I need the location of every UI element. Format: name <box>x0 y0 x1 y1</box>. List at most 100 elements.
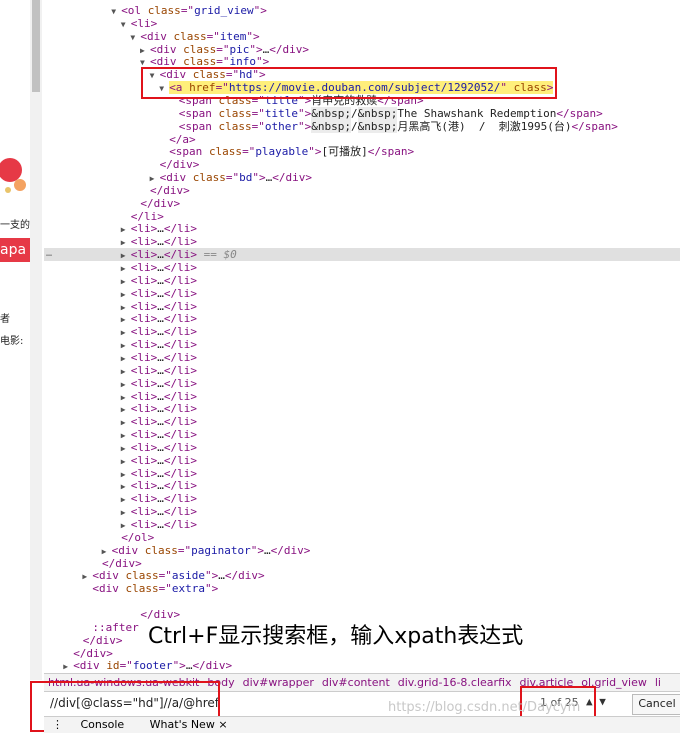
dom-token-tag: "> <box>252 171 266 185</box>
dom-token-val: other <box>264 119 299 133</box>
dom-node-line[interactable]: ▶ <div class="pic">…</div> <box>140 43 309 56</box>
expand-arrow-icon[interactable]: ▶ <box>63 660 73 672</box>
dom-node-line[interactable]: ▶ <div class="paginator">…</div> <box>102 544 311 557</box>
dom-token-ent: &nbsp; <box>311 119 352 133</box>
dom-token-tag: <ol <box>121 4 148 17</box>
tab-console[interactable]: Console <box>81 718 125 731</box>
dom-node-line[interactable]: </ol> <box>111 531 154 544</box>
breadcrumb-item[interactable]: div#content <box>322 676 390 689</box>
dom-node-line[interactable]: ::after <box>82 621 138 634</box>
dom-node-line[interactable]: ▼ <li> <box>121 17 158 30</box>
breadcrumb-item[interactable]: div.grid-16-8.clearfix <box>398 676 512 689</box>
dom-token-tag: </div> <box>269 42 309 56</box>
dom-token-txt: … <box>157 428 164 442</box>
dom-token-tag: <li> <box>130 466 158 480</box>
breadcrumb-item[interactable]: li <box>655 676 661 689</box>
dom-token-tag: =" <box>216 42 230 56</box>
left-text-3: 者 <box>0 314 10 325</box>
more-dots-icon[interactable]: … <box>46 248 52 259</box>
dom-token-attr: class <box>218 119 252 133</box>
dom-token-tag: </div> <box>140 196 181 210</box>
cancel-button[interactable]: Cancel <box>632 694 680 715</box>
dom-node-line[interactable]: </div> <box>130 197 180 210</box>
dom-node-content: <li>…</li> <box>131 505 197 518</box>
dom-node-line[interactable]: ▼ <ol class="grid_view"> <box>111 4 267 17</box>
dom-token-val: item <box>219 29 247 43</box>
dom-node-line[interactable]: ▶ <li>…</li> <box>121 454 197 467</box>
dom-node-line[interactable]: </li> <box>121 210 164 223</box>
dom-token-tag: </li> <box>163 518 198 531</box>
dom-node-line[interactable]: ▼ <div class="item"> <box>130 30 259 43</box>
dom-token-txt: … <box>157 440 164 454</box>
dom-token-tag: "> <box>205 582 219 596</box>
collapse-arrow-icon[interactable]: ▼ <box>121 18 131 31</box>
dom-node-line[interactable]: </a> <box>159 133 196 146</box>
dom-node-line[interactable]: ▶ <li>…</li> <box>121 222 197 235</box>
dom-node-line[interactable]: </div> <box>150 158 200 171</box>
dom-node-line[interactable]: <span class="playable">[可播放]</span> <box>159 145 414 158</box>
dom-node-line[interactable]: ▶ <li>…</li> <box>121 300 197 313</box>
next-match-icon[interactable]: ▼ <box>599 695 606 708</box>
dom-token-tag: <li> <box>130 492 158 506</box>
dom-token-tag: <div <box>92 569 126 583</box>
dom-token-tag: <li> <box>130 338 158 352</box>
dom-node-line[interactable] <box>82 595 92 608</box>
dom-token-txt: … <box>157 492 164 506</box>
dom-node-content: <li>…</li> <box>131 300 197 313</box>
dom-token-tag: =" <box>180 4 195 17</box>
dom-node-line[interactable]: ▶ <div id="footer">…</div> <box>63 659 232 672</box>
dom-token-txt: … <box>263 543 271 557</box>
dom-node-line[interactable]: ▶ <li>…</li> <box>121 364 197 377</box>
dom-token-txt: … <box>157 325 164 339</box>
dom-node-content: <div class="aside">…</div> <box>92 569 264 582</box>
dom-node-line[interactable]: ▶ <li>…</li> <box>121 518 197 531</box>
page-scrollbar[interactable] <box>30 0 42 680</box>
dom-node-line[interactable]: ▶ <li>…</li> <box>121 492 197 505</box>
dom-token-tag: =" <box>225 171 240 185</box>
dom-node-line[interactable]: ▶ <li>…</li> <box>121 377 197 390</box>
dom-node-line[interactable]: <span class="other">&nbsp;/&nbsp;月黑高飞(港)… <box>169 119 618 133</box>
dom-token-tag: </div> <box>159 158 200 172</box>
dom-node-line[interactable]: ▶ <li>…</li> <box>121 287 197 300</box>
drawer-menu-icon[interactable]: ⋮ <box>52 718 63 731</box>
dom-node-line[interactable]: ▶ <li>…</li> <box>121 479 197 492</box>
dom-node-line[interactable]: ▶ <li>…</li> <box>121 441 197 454</box>
dom-token-tag: "> <box>246 29 260 43</box>
dom-token-txt: … <box>157 350 164 364</box>
tab-whats-new[interactable]: What's New <box>150 718 215 731</box>
close-icon[interactable]: × <box>218 718 227 731</box>
dom-node-line[interactable]: ▶ <li>…</li> <box>121 325 197 338</box>
dom-node-line[interactable]: ▶ <li>…</li> <box>121 428 197 441</box>
dom-node-line[interactable]: ▶ <li>…</li> <box>121 390 197 403</box>
dom-node-line[interactable]: ▶ <div class="bd">…</div> <box>150 171 312 184</box>
dom-node-line[interactable]: </div> <box>73 634 123 647</box>
dom-node-line[interactable]: </div> <box>140 184 190 197</box>
dom-token-tag: </span> <box>571 119 618 133</box>
dom-node-line[interactable]: ▶ <li>…</li> <box>121 312 197 325</box>
collapse-arrow-icon[interactable]: ▼ <box>130 31 140 44</box>
collapse-arrow-icon[interactable]: ▼ <box>111 5 121 18</box>
dom-node-line[interactable]: </div> <box>63 647 113 660</box>
dom-node-line[interactable]: ▶ <li>…</li> <box>121 351 197 364</box>
dom-token-tag: <span <box>169 145 209 159</box>
dom-node-line[interactable]: ▶ <li>…</li> <box>121 505 197 518</box>
dom-token-tag: </li> <box>163 222 198 236</box>
dom-token-tag: "> <box>298 119 312 133</box>
dom-node-line[interactable]: ▶ <li>…</li> <box>121 402 197 415</box>
dom-node-line[interactable]: ▶ <div class="aside">…</div> <box>82 569 264 582</box>
dom-node-line[interactable]: <div class="extra"> <box>82 582 218 595</box>
elements-panel: ▼ <ol class="grid_view"> ▼ <li> ▼ <div class=… <box>44 0 680 672</box>
dom-node-line[interactable]: ▶ <li>…</li> <box>121 415 197 428</box>
dom-node-line[interactable]: ▶ <li>…</li> <box>121 235 197 248</box>
dom-token-tag: </div> <box>224 569 265 583</box>
dom-node-line[interactable]: </div> <box>92 557 142 570</box>
dom-node-line[interactable]: <span class="title">&nbsp;/&nbsp;The Sha… <box>169 106 603 120</box>
dom-token-tag: <li> <box>130 505 158 519</box>
breadcrumb-item[interactable]: div#wrapper <box>243 676 314 689</box>
dom-node-line[interactable]: ▶ <li>…</li> <box>121 261 197 274</box>
scrollbar-thumb[interactable] <box>32 0 40 92</box>
dom-node-line[interactable]: ▶ <li>…</li> <box>121 274 197 287</box>
dom-node-line[interactable]: ▶ <li>…</li> == $0 <box>121 248 237 261</box>
dom-node-line[interactable]: ▶ <li>…</li> <box>121 467 197 480</box>
dom-node-line[interactable]: ▶ <li>…</li> <box>121 338 197 351</box>
